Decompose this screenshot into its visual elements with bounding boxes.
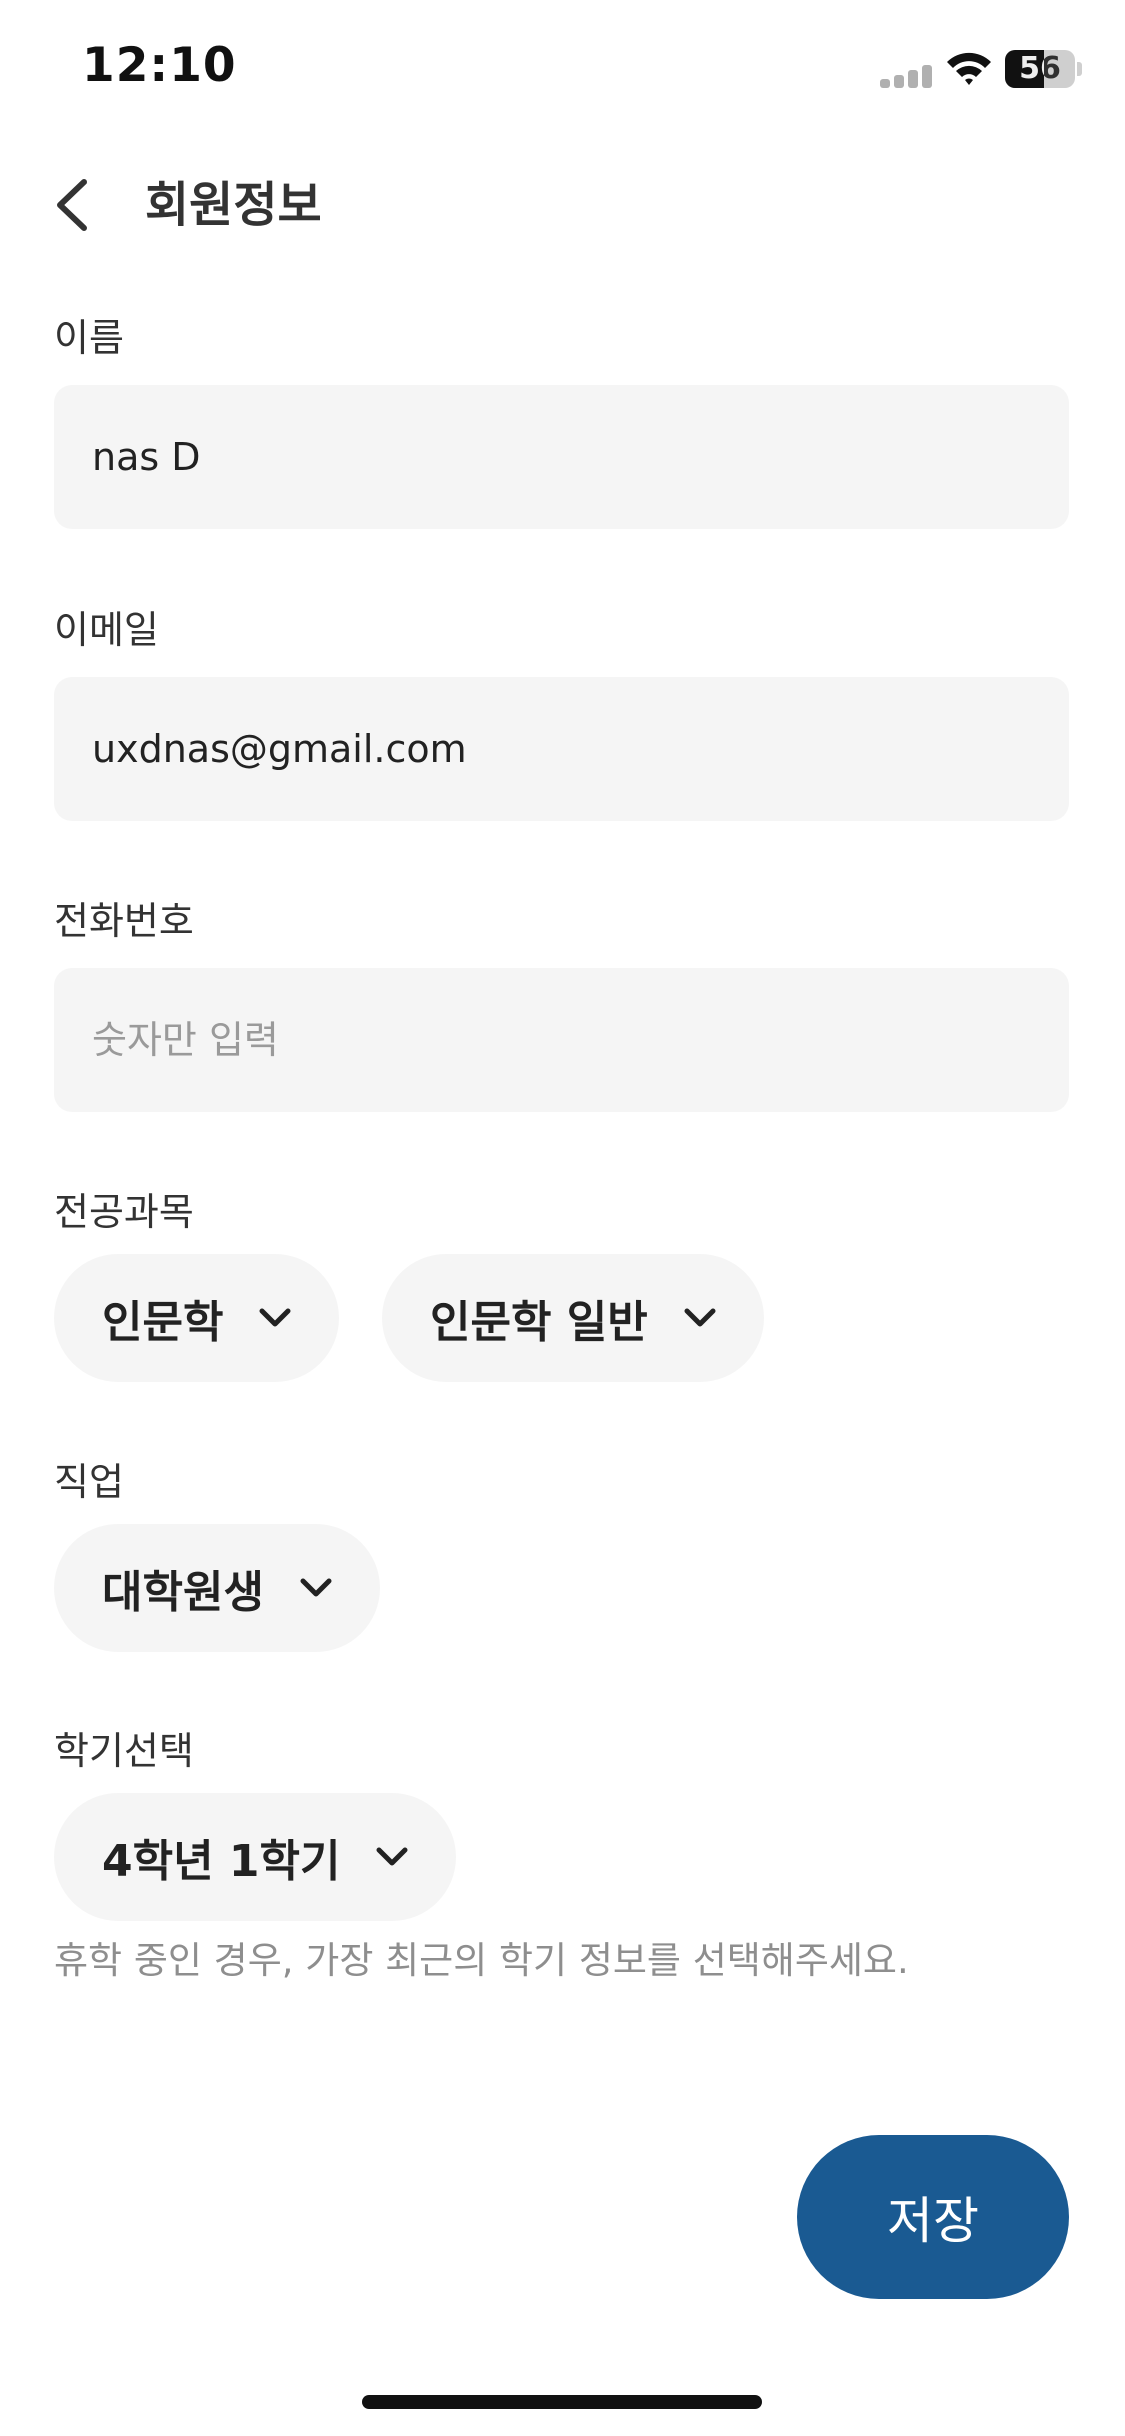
chevron-down-icon: [376, 1847, 408, 1866]
battery-icon: 56: [1005, 50, 1083, 88]
cellular-signal-icon: [880, 64, 934, 88]
name-label: 이름: [54, 316, 124, 360]
back-button[interactable]: [40, 170, 110, 240]
semester-select[interactable]: 4학년 1학기: [54, 1793, 457, 1921]
email-label: 이메일: [54, 608, 159, 652]
major-category-select[interactable]: 인문학: [54, 1254, 340, 1382]
job-value: 대학원생: [102, 1567, 264, 1618]
chevron-down-icon: [300, 1578, 332, 1597]
page-title: 회원정보: [145, 177, 322, 233]
header: 회원정보: [0, 150, 1125, 260]
wifi-icon: [947, 52, 991, 85]
chevron-down-icon: [259, 1308, 291, 1327]
save-button[interactable]: 저장: [797, 2135, 1069, 2299]
battery-level: 56: [1019, 51, 1061, 86]
phone-label: 전화번호: [54, 899, 194, 943]
semester-value: 4학년 1학기: [102, 1836, 341, 1887]
semester-label: 학기선택: [54, 1729, 194, 1773]
chevron-left-icon: [57, 179, 87, 231]
semester-helper-text: 휴학 중인 경우, 가장 최근의 학기 정보를 선택해주세요.: [54, 1939, 909, 1982]
status-time: 12:10: [82, 38, 237, 93]
status-bar: 12:10 56: [0, 0, 1125, 140]
name-field[interactable]: [54, 385, 1069, 529]
major-subcategory-select[interactable]: 인문학 일반: [382, 1254, 764, 1382]
chevron-down-icon: [684, 1308, 716, 1327]
home-indicator: [362, 2395, 762, 2409]
major-subcategory-value: 인문학 일반: [430, 1297, 648, 1348]
major-category-value: 인문학: [102, 1297, 224, 1348]
major-label: 전공과목: [54, 1190, 194, 1234]
job-select[interactable]: 대학원생: [54, 1524, 380, 1652]
job-label: 직업: [54, 1460, 124, 1504]
phone-field[interactable]: [54, 968, 1069, 1112]
email-field[interactable]: [54, 677, 1069, 821]
